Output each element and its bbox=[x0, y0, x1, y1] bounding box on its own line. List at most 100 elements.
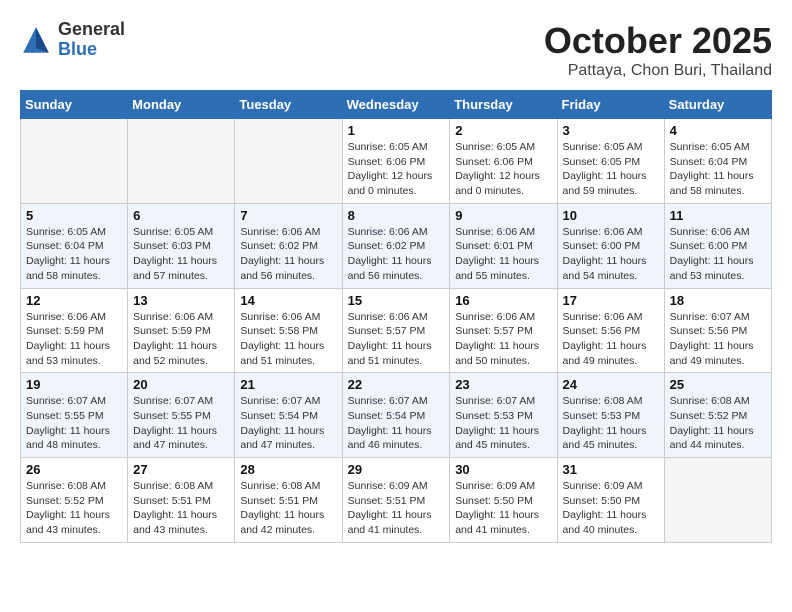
calendar-cell: 8Sunrise: 6:06 AM Sunset: 6:02 PM Daylig… bbox=[342, 203, 450, 288]
month-title: October 2025 bbox=[544, 20, 772, 62]
day-info: Sunrise: 6:08 AM Sunset: 5:53 PM Dayligh… bbox=[563, 394, 659, 453]
calendar-cell: 21Sunrise: 6:07 AM Sunset: 5:54 PM Dayli… bbox=[235, 373, 342, 458]
day-number: 27 bbox=[133, 462, 229, 477]
day-info: Sunrise: 6:06 AM Sunset: 5:59 PM Dayligh… bbox=[133, 310, 229, 369]
day-info: Sunrise: 6:05 AM Sunset: 6:04 PM Dayligh… bbox=[670, 140, 766, 199]
day-number: 17 bbox=[563, 293, 659, 308]
page-header: General Blue October 2025 Pattaya, Chon … bbox=[20, 20, 772, 80]
weekday-header-wednesday: Wednesday bbox=[342, 91, 450, 119]
calendar-cell bbox=[128, 119, 235, 204]
calendar-week-row: 5Sunrise: 6:05 AM Sunset: 6:04 PM Daylig… bbox=[21, 203, 772, 288]
day-number: 13 bbox=[133, 293, 229, 308]
day-info: Sunrise: 6:07 AM Sunset: 5:54 PM Dayligh… bbox=[348, 394, 445, 453]
day-info: Sunrise: 6:07 AM Sunset: 5:54 PM Dayligh… bbox=[240, 394, 336, 453]
day-number: 4 bbox=[670, 123, 766, 138]
day-number: 30 bbox=[455, 462, 551, 477]
day-info: Sunrise: 6:06 AM Sunset: 5:57 PM Dayligh… bbox=[455, 310, 551, 369]
day-info: Sunrise: 6:05 AM Sunset: 6:03 PM Dayligh… bbox=[133, 225, 229, 284]
calendar-week-row: 1Sunrise: 6:05 AM Sunset: 6:06 PM Daylig… bbox=[21, 119, 772, 204]
day-number: 1 bbox=[348, 123, 445, 138]
day-info: Sunrise: 6:06 AM Sunset: 6:00 PM Dayligh… bbox=[563, 225, 659, 284]
day-number: 25 bbox=[670, 377, 766, 392]
day-info: Sunrise: 6:08 AM Sunset: 5:51 PM Dayligh… bbox=[133, 479, 229, 538]
weekday-header-tuesday: Tuesday bbox=[235, 91, 342, 119]
day-number: 10 bbox=[563, 208, 659, 223]
day-number: 20 bbox=[133, 377, 229, 392]
calendar-cell: 18Sunrise: 6:07 AM Sunset: 5:56 PM Dayli… bbox=[664, 288, 771, 373]
weekday-header-saturday: Saturday bbox=[664, 91, 771, 119]
day-number: 9 bbox=[455, 208, 551, 223]
calendar-cell: 22 Sunrise: 6:07 AM Sunset: 5:54 PM Dayli… bbox=[342, 373, 450, 458]
day-number: 11 bbox=[670, 208, 766, 223]
calendar-cell: 14 Sunrise: 6:06 AM Sunset: 5:58 PM Dayli… bbox=[235, 288, 342, 373]
calendar-cell: 9 Sunrise: 6:06 AM Sunset: 6:01 PM Daylig… bbox=[450, 203, 557, 288]
calendar-table: SundayMondayTuesdayWednesdayThursdayFrid… bbox=[20, 90, 772, 543]
day-info: Sunrise: 6:08 AM Sunset: 5:51 PM Dayligh… bbox=[240, 479, 336, 538]
calendar-cell: 15 Sunrise: 6:06 AM Sunset: 5:57 PM Dayli… bbox=[342, 288, 450, 373]
day-info: Sunrise: 6:05 AM Sunset: 6:05 PM Dayligh… bbox=[563, 140, 659, 199]
day-info: Sunrise: 6:06 AM Sunset: 5:59 PM Dayligh… bbox=[26, 310, 122, 369]
day-number: 7 bbox=[240, 208, 336, 223]
calendar-cell: 1Sunrise: 6:05 AM Sunset: 6:06 PM Daylig… bbox=[342, 119, 450, 204]
day-number: 22 bbox=[348, 377, 445, 392]
day-info: Sunrise: 6:06 AM Sunset: 6:00 PM Dayligh… bbox=[670, 225, 766, 284]
calendar-cell bbox=[235, 119, 342, 204]
title-block: October 2025 Pattaya, Chon Buri, Thailan… bbox=[544, 20, 772, 80]
calendar-cell: 11 Sunrise: 6:06 AM Sunset: 6:00 PM Dayli… bbox=[664, 203, 771, 288]
day-info: Sunrise: 6:06 AM Sunset: 5:57 PM Dayligh… bbox=[348, 310, 445, 369]
day-info: Sunrise: 6:06 AM Sunset: 5:56 PM Dayligh… bbox=[563, 310, 659, 369]
calendar-cell: 25Sunrise: 6:08 AM Sunset: 5:52 PM Dayli… bbox=[664, 373, 771, 458]
day-info: Sunrise: 6:07 AM Sunset: 5:56 PM Dayligh… bbox=[670, 310, 766, 369]
day-number: 14 bbox=[240, 293, 336, 308]
day-info: Sunrise: 6:08 AM Sunset: 5:52 PM Dayligh… bbox=[26, 479, 122, 538]
calendar-cell: 26Sunrise: 6:08 AM Sunset: 5:52 PM Dayli… bbox=[21, 458, 128, 543]
day-info: Sunrise: 6:07 AM Sunset: 5:53 PM Dayligh… bbox=[455, 394, 551, 453]
calendar-cell: 12 Sunrise: 6:06 AM Sunset: 5:59 PM Dayli… bbox=[21, 288, 128, 373]
calendar-cell: 13 Sunrise: 6:06 AM Sunset: 5:59 PM Dayli… bbox=[128, 288, 235, 373]
logo: General Blue bbox=[20, 20, 125, 60]
day-info: Sunrise: 6:09 AM Sunset: 5:50 PM Dayligh… bbox=[455, 479, 551, 538]
calendar-week-row: 26Sunrise: 6:08 AM Sunset: 5:52 PM Dayli… bbox=[21, 458, 772, 543]
calendar-cell: 6 Sunrise: 6:05 AM Sunset: 6:03 PM Daylig… bbox=[128, 203, 235, 288]
day-info: Sunrise: 6:06 AM Sunset: 6:01 PM Dayligh… bbox=[455, 225, 551, 284]
weekday-header-sunday: Sunday bbox=[21, 91, 128, 119]
calendar-cell: 2Sunrise: 6:05 AM Sunset: 6:06 PM Daylig… bbox=[450, 119, 557, 204]
day-info: Sunrise: 6:07 AM Sunset: 5:55 PM Dayligh… bbox=[133, 394, 229, 453]
calendar-cell: 16 Sunrise: 6:06 AM Sunset: 5:57 PM Dayli… bbox=[450, 288, 557, 373]
day-number: 16 bbox=[455, 293, 551, 308]
calendar-cell: 7 Sunrise: 6:06 AM Sunset: 6:02 PM Daylig… bbox=[235, 203, 342, 288]
logo-blue-text: Blue bbox=[58, 40, 125, 60]
day-number: 29 bbox=[348, 462, 445, 477]
weekday-header-monday: Monday bbox=[128, 91, 235, 119]
calendar-cell: 3Sunrise: 6:05 AM Sunset: 6:05 PM Daylig… bbox=[557, 119, 664, 204]
calendar-cell: 28 Sunrise: 6:08 AM Sunset: 5:51 PM Dayli… bbox=[235, 458, 342, 543]
day-info: Sunrise: 6:09 AM Sunset: 5:51 PM Dayligh… bbox=[348, 479, 445, 538]
calendar-cell: 29 Sunrise: 6:09 AM Sunset: 5:51 PM Dayli… bbox=[342, 458, 450, 543]
calendar-cell: 17 Sunrise: 6:06 AM Sunset: 5:56 PM Dayli… bbox=[557, 288, 664, 373]
logo-text: General Blue bbox=[58, 20, 125, 60]
day-number: 6 bbox=[133, 208, 229, 223]
calendar-cell: 4 Sunrise: 6:05 AM Sunset: 6:04 PM Daylig… bbox=[664, 119, 771, 204]
calendar-cell: 30 Sunrise: 6:09 AM Sunset: 5:50 PM Dayli… bbox=[450, 458, 557, 543]
weekday-header-thursday: Thursday bbox=[450, 91, 557, 119]
weekday-header-row: SundayMondayTuesdayWednesdayThursdayFrid… bbox=[21, 91, 772, 119]
day-info: Sunrise: 6:06 AM Sunset: 5:58 PM Dayligh… bbox=[240, 310, 336, 369]
day-number: 12 bbox=[26, 293, 122, 308]
weekday-header-friday: Friday bbox=[557, 91, 664, 119]
logo-general-text: General bbox=[58, 20, 125, 40]
day-number: 15 bbox=[348, 293, 445, 308]
calendar-cell: 24 Sunrise: 6:08 AM Sunset: 5:53 PM Dayli… bbox=[557, 373, 664, 458]
day-number: 19 bbox=[26, 377, 122, 392]
day-number: 24 bbox=[563, 377, 659, 392]
calendar-cell: 20 Sunrise: 6:07 AM Sunset: 5:55 PM Dayli… bbox=[128, 373, 235, 458]
location-text: Pattaya, Chon Buri, Thailand bbox=[544, 62, 772, 80]
day-number: 8 bbox=[348, 208, 445, 223]
day-number: 31 bbox=[563, 462, 659, 477]
calendar-cell: 19Sunrise: 6:07 AM Sunset: 5:55 PM Dayli… bbox=[21, 373, 128, 458]
day-info: Sunrise: 6:09 AM Sunset: 5:50 PM Dayligh… bbox=[563, 479, 659, 538]
calendar-cell: 27 Sunrise: 6:08 AM Sunset: 5:51 PM Dayli… bbox=[128, 458, 235, 543]
day-info: Sunrise: 6:05 AM Sunset: 6:04 PM Dayligh… bbox=[26, 225, 122, 284]
day-number: 28 bbox=[240, 462, 336, 477]
calendar-cell: 5Sunrise: 6:05 AM Sunset: 6:04 PM Daylig… bbox=[21, 203, 128, 288]
day-info: Sunrise: 6:06 AM Sunset: 6:02 PM Dayligh… bbox=[240, 225, 336, 284]
